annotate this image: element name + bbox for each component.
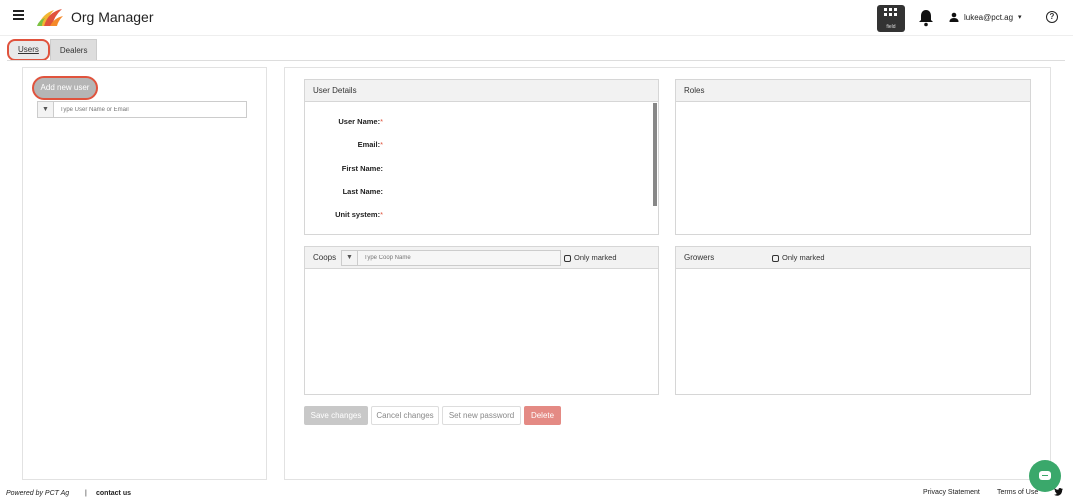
help-icon[interactable]: ? bbox=[1046, 11, 1058, 23]
save-changes-button[interactable]: Save changes bbox=[304, 406, 368, 425]
field-email: Email:* bbox=[358, 140, 383, 149]
roles-card: Roles bbox=[675, 79, 1031, 235]
user-icon bbox=[949, 12, 959, 22]
privacy-link[interactable]: Privacy Statement bbox=[923, 489, 980, 496]
checkbox[interactable] bbox=[564, 254, 571, 262]
field-label: Last Name: bbox=[342, 187, 383, 196]
only-marked-label: Only marked bbox=[782, 253, 825, 262]
required-marker: * bbox=[380, 140, 383, 149]
chevron-down-icon: ▾ bbox=[1018, 14, 1022, 21]
field-label: Unit system: bbox=[335, 210, 381, 219]
field-label: First Name: bbox=[341, 164, 383, 173]
field-last-name: Last Name: bbox=[343, 187, 383, 196]
field-label: Email: bbox=[357, 140, 381, 149]
apps-grid-icon bbox=[884, 8, 898, 20]
growers-only-marked[interactable]: Only marked bbox=[772, 247, 825, 269]
contact-link[interactable]: contact us bbox=[96, 490, 131, 497]
required-marker: * bbox=[380, 210, 383, 219]
coops-header: Coops ▼ Only marked bbox=[305, 247, 658, 269]
roles-title: Roles bbox=[676, 80, 1030, 102]
only-marked-label: Only marked bbox=[574, 253, 617, 262]
tab-bar: Users Dealers bbox=[7, 39, 98, 61]
menu-icon[interactable] bbox=[13, 10, 24, 20]
chat-icon bbox=[1039, 471, 1051, 480]
field-label: User Name: bbox=[338, 117, 381, 126]
tab-dealers[interactable]: Dealers bbox=[49, 39, 98, 61]
growers-card: Growers Only marked bbox=[675, 246, 1031, 395]
add-user-button[interactable]: Add new user bbox=[32, 76, 98, 100]
checkbox[interactable] bbox=[772, 254, 779, 262]
scrollbar[interactable] bbox=[653, 103, 657, 206]
filter-icon[interactable]: ▼ bbox=[38, 102, 54, 117]
coop-search: ▼ bbox=[341, 250, 561, 266]
field-unit-system: Unit system:* bbox=[335, 210, 383, 219]
coops-only-marked[interactable]: Only marked bbox=[564, 247, 617, 269]
app-title: Org Manager bbox=[71, 9, 154, 25]
user-search-input[interactable] bbox=[54, 106, 234, 113]
footer-separator: | bbox=[85, 490, 87, 497]
user-email: lukea@pct.ag bbox=[964, 12, 1014, 22]
user-list-panel bbox=[22, 67, 267, 480]
apps-label: field bbox=[886, 24, 896, 30]
coop-search-input[interactable] bbox=[358, 255, 538, 261]
apps-button[interactable]: field bbox=[877, 5, 905, 32]
field-first-name: First Name: bbox=[342, 164, 383, 173]
growers-title: Growers bbox=[684, 253, 715, 262]
user-details-title: User Details bbox=[305, 80, 658, 102]
filter-icon[interactable]: ▼ bbox=[342, 251, 358, 265]
chat-button[interactable] bbox=[1029, 460, 1061, 492]
user-details-card: User Details User Name:* Email:* First N… bbox=[304, 79, 659, 235]
logo-icon bbox=[37, 9, 63, 26]
coops-title: Coops bbox=[313, 253, 337, 262]
footer: Powered by PCT Ag | contact us Privacy S… bbox=[0, 487, 1073, 501]
bell-icon[interactable] bbox=[918, 9, 934, 27]
powered-by: Powered by PCT Ag bbox=[6, 490, 70, 497]
tab-divider bbox=[7, 60, 1065, 61]
required-marker: * bbox=[380, 117, 383, 126]
user-search: ▼ bbox=[37, 101, 247, 118]
top-bar: Org Manager field lukea@pct.ag ▾ ? bbox=[0, 0, 1073, 36]
user-menu[interactable]: lukea@pct.ag ▾ bbox=[949, 12, 1022, 22]
set-password-button[interactable]: Set new password bbox=[442, 406, 521, 425]
terms-link[interactable]: Terms of Use bbox=[997, 489, 1038, 496]
delete-button[interactable]: Delete bbox=[524, 406, 561, 425]
coops-card: Coops ▼ Only marked bbox=[304, 246, 659, 395]
twitter-icon[interactable] bbox=[1054, 488, 1063, 496]
tab-users[interactable]: Users bbox=[7, 39, 50, 61]
growers-header: Growers Only marked bbox=[676, 247, 1030, 269]
field-user-name: User Name:* bbox=[338, 117, 383, 126]
cancel-changes-button[interactable]: Cancel changes bbox=[371, 406, 439, 425]
